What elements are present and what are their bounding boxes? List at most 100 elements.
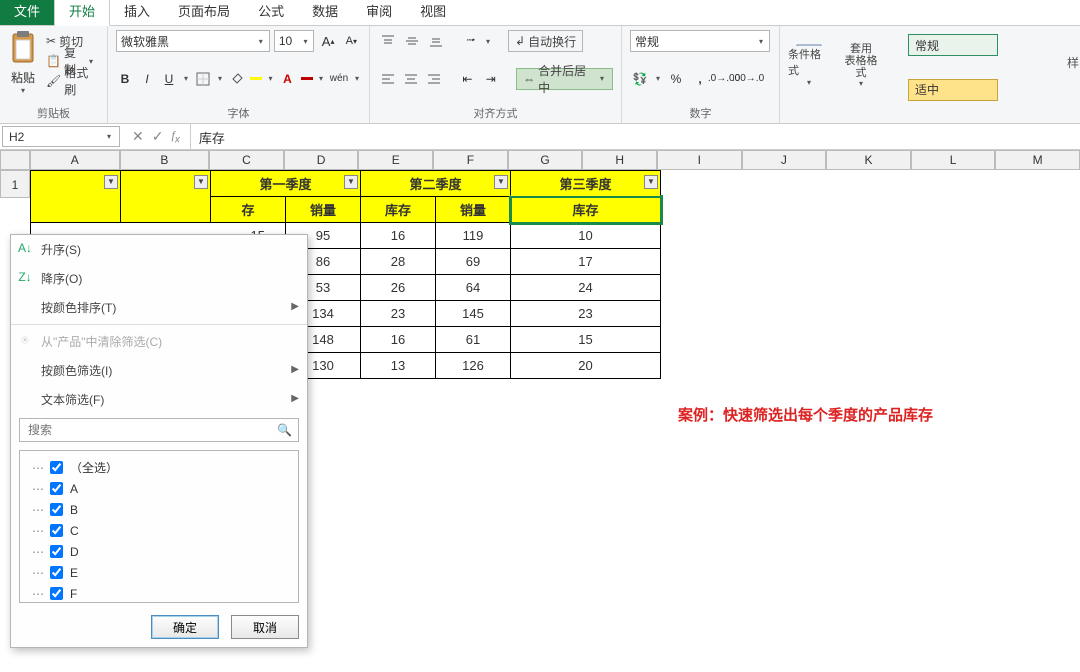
filter-checkbox[interactable] [50,566,63,579]
cell[interactable]: 64 [436,275,511,301]
tab-insert[interactable]: 插入 [110,0,164,25]
cell[interactable]: 61 [436,327,511,353]
decrease-decimal-button[interactable]: .00→.0 [738,69,758,89]
paste-dropdown-icon[interactable]: ▾ [8,86,38,95]
column-header-E[interactable]: E [358,150,433,170]
underline-button[interactable]: U [160,69,178,89]
filter-drop-a[interactable]: ▼ [104,175,118,189]
cell[interactable]: 69 [436,249,511,275]
sort-asc-item[interactable]: A↓升序(S) [11,235,307,264]
fill-color-button[interactable] [228,69,246,89]
column-header-H[interactable]: H [582,150,657,170]
font-color-button[interactable]: A [279,69,297,89]
filter-value-item[interactable]: ⋯E [32,562,294,583]
sort-by-color-item[interactable]: 按颜色排序(T)▶ [11,293,307,322]
filter-drop-b[interactable]: ▼ [194,175,208,189]
tab-view[interactable]: 视图 [406,0,460,25]
fontcolor-drop[interactable]: ▾ [317,74,325,83]
select-all-corner[interactable] [0,150,30,170]
paste-button[interactable]: 粘贴 ▾ [8,30,38,95]
sub-h-stock-selected[interactable]: 库存 [511,197,661,223]
filter-search-box[interactable]: 🔍 [19,418,299,442]
filter-cancel-button[interactable]: 取消 [231,615,299,639]
tab-page-layout[interactable]: 页面布局 [164,0,244,25]
text-filter-item[interactable]: 文本筛选(F)▶ [11,385,307,414]
filter-drop-q1[interactable]: ▼ [344,175,358,189]
filter-value-item[interactable]: ⋯B [32,499,294,520]
cell[interactable]: 26 [361,275,436,301]
border-button[interactable] [194,69,212,89]
formula-input[interactable]: 库存 [191,124,1080,149]
cell[interactable]: 126 [436,353,511,379]
column-header-K[interactable]: K [826,150,911,170]
cell[interactable]: 17 [511,249,661,275]
column-header-I[interactable]: I [657,150,742,170]
align-center-button[interactable] [401,69,420,89]
phonetic-drop[interactable]: ▾ [353,74,361,83]
font-size-combo[interactable]: 10▾ [274,30,315,52]
filter-drop-q2[interactable]: ▼ [494,175,508,189]
fx-button[interactable]: fx [171,128,179,145]
cell[interactable]: 15 [511,327,661,353]
phonetic-button[interactable]: wén [329,69,349,89]
currency-drop[interactable]: ▾ [654,74,662,83]
orient-drop[interactable]: ▾ [484,37,492,46]
filter-checkbox[interactable] [50,524,63,537]
cell[interactable]: 145 [436,301,511,327]
column-header-B[interactable]: B [120,150,210,170]
tab-file[interactable]: 文件 [0,0,54,25]
column-header-L[interactable]: L [911,150,996,170]
row-header-1[interactable]: 1 [0,170,30,198]
accept-formula-button[interactable]: ✓ [152,128,164,145]
filter-by-color-item[interactable]: 按颜色筛选(I)▶ [11,356,307,385]
cell[interactable]: 16 [361,327,436,353]
column-header-F[interactable]: F [433,150,508,170]
decrease-font-button[interactable]: A▾ [342,31,361,51]
format-painter-button[interactable]: 🖌格式刷 [42,72,99,90]
bold-button[interactable]: B [116,69,134,89]
increase-indent-button[interactable]: ⇥ [481,69,500,89]
filter-value-item[interactable]: ⋯C [32,520,294,541]
column-header-G[interactable]: G [508,150,583,170]
tab-home[interactable]: 开始 [54,0,110,26]
italic-button[interactable]: I [138,69,156,89]
align-middle-button[interactable] [402,31,422,51]
fill-drop[interactable]: ▾ [266,74,274,83]
namebox-drop-icon[interactable]: ▾ [105,132,113,141]
style-swatch-normal[interactable]: 常规 [908,34,998,56]
cell[interactable]: 28 [361,249,436,275]
number-format-combo[interactable]: 常规▾ [630,30,770,52]
decrease-indent-button[interactable]: ⇤ [458,69,477,89]
filter-checkbox[interactable] [50,482,63,495]
table-drop[interactable]: ▾ [857,79,865,88]
align-bottom-button[interactable] [426,31,446,51]
increase-font-button[interactable]: A▴ [318,31,337,51]
orientation-button[interactable]: ⭬ [460,31,480,51]
filter-checkbox[interactable] [50,545,63,558]
cell[interactable]: 16 [361,223,436,249]
cell[interactable]: 13 [361,353,436,379]
cell[interactable]: 119 [436,223,511,249]
filter-values-tree[interactable]: ⋯（全选）⋯A⋯B⋯C⋯D⋯E⋯F⋯姓名 [19,450,299,603]
font-name-combo[interactable]: 微软雅黑▾ [116,30,270,52]
filter-search-input[interactable] [26,422,277,438]
table-format-button[interactable]: 套用 表格格式▾ [840,43,882,87]
filter-value-item[interactable]: ⋯F [32,583,294,603]
filter-value-item[interactable]: ⋯D [32,541,294,562]
cell[interactable]: 10 [511,223,661,249]
column-header-C[interactable]: C [209,150,284,170]
tab-review[interactable]: 审阅 [352,0,406,25]
column-header-A[interactable]: A [30,150,120,170]
tab-data[interactable]: 数据 [298,0,352,25]
currency-button[interactable]: 💱 [630,69,650,89]
style-swatch-moderate[interactable]: 适中 [908,79,998,101]
tab-formula[interactable]: 公式 [244,0,298,25]
filter-checkbox[interactable] [50,587,63,600]
column-header-D[interactable]: D [284,150,359,170]
wrap-text-button[interactable]: ↲自动换行 [508,30,583,52]
cancel-formula-button[interactable]: ✕ [132,128,144,145]
merge-drop[interactable]: ▾ [598,74,606,83]
cell[interactable]: 23 [361,301,436,327]
column-header-J[interactable]: J [742,150,827,170]
filter-ok-button[interactable]: 确定 [151,615,219,639]
